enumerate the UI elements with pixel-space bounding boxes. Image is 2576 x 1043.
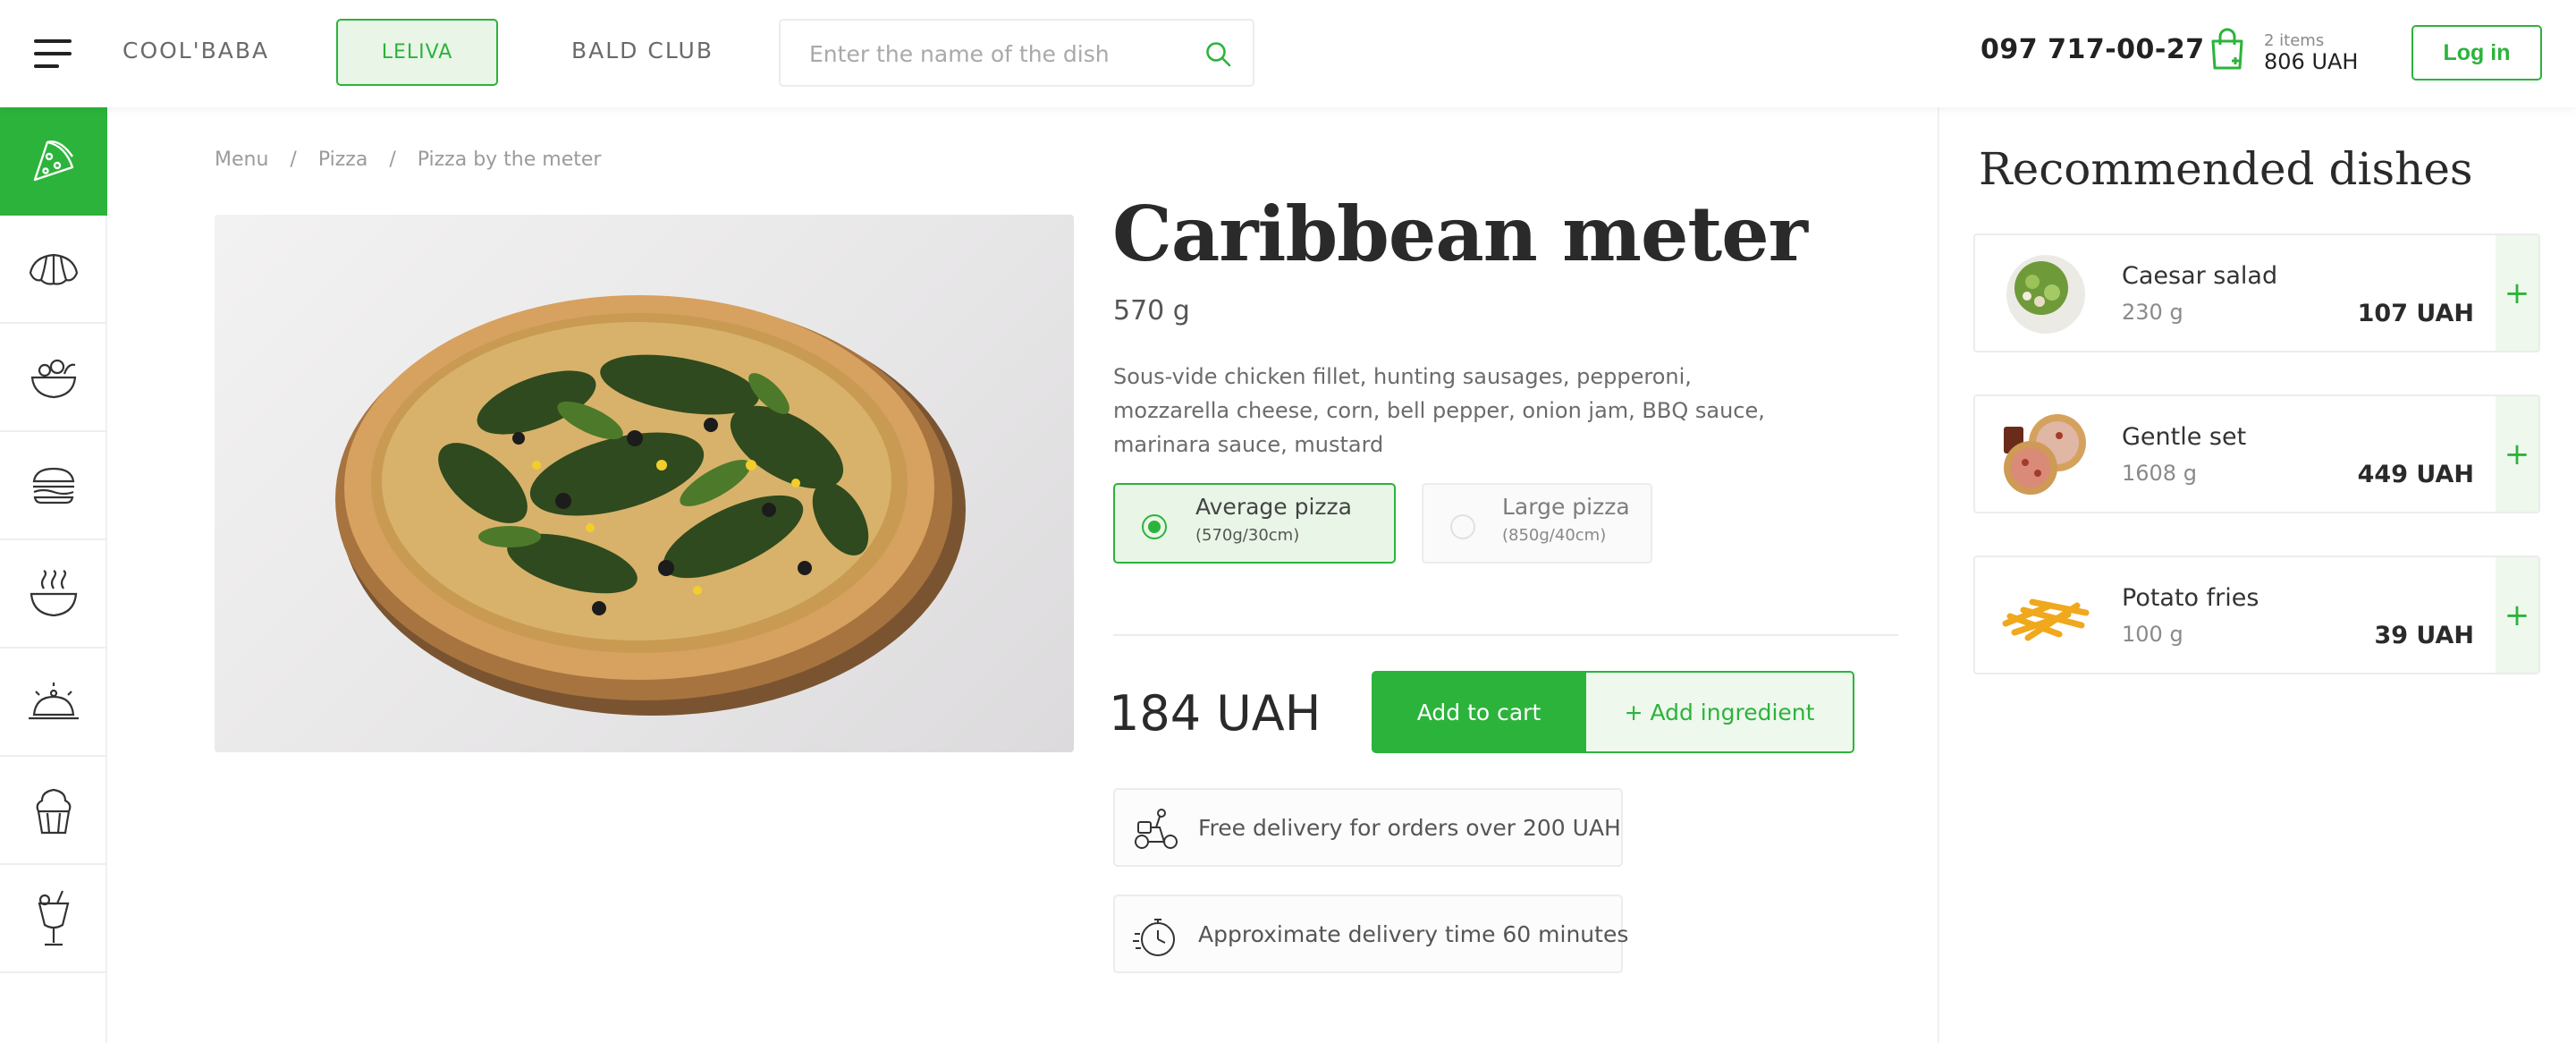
brand-tab-bald-club[interactable]: BALD CLUB	[571, 38, 714, 64]
free-delivery-notice: Free delivery for orders over 200 UAH	[1113, 788, 1623, 867]
dish-weight: 1608 g	[2122, 461, 2197, 486]
divider	[1113, 634, 1898, 636]
product-price: 184 UAH	[1109, 685, 1322, 742]
hot-dish-icon	[29, 682, 79, 719]
size-option-detail: (570g/30cm)	[1195, 526, 1300, 545]
cart-total: 806 UAH	[2264, 49, 2359, 74]
search-box	[779, 19, 1254, 87]
menu-icon[interactable]	[34, 39, 72, 68]
salad-icon	[30, 359, 77, 398]
recommended-title: Recommended dishes	[1979, 143, 2473, 195]
recommended-item[interactable]: Potato fries 100 g 39 UAH +	[1973, 555, 2540, 674]
size-option-detail: (850g/40cm)	[1502, 526, 1607, 545]
breadcrumb-pizza[interactable]: Pizza	[318, 148, 367, 171]
size-option-name: Average pizza	[1195, 494, 1352, 520]
dish-name: Potato fries	[2122, 584, 2259, 612]
add-ingredient-button[interactable]: + Add ingredient	[1586, 671, 1854, 753]
dish-price: 39 UAH	[2374, 622, 2474, 649]
category-hot-dishes[interactable]	[0, 649, 107, 757]
size-option-average[interactable]: Average pizza (570g/30cm)	[1113, 483, 1396, 564]
search-icon[interactable]	[1204, 40, 1233, 69]
product-title: Caribbean meter	[1112, 190, 1808, 278]
burger-icon	[32, 467, 75, 504]
delivery-time-text: Approximate delivery time 60 minutes	[1198, 921, 1629, 947]
category-sidebar	[0, 107, 107, 1043]
cupcake-icon	[36, 788, 72, 834]
search-input[interactable]	[809, 37, 1185, 71]
dish-thumbnail	[2004, 414, 2086, 495]
recommended-item[interactable]: Caesar salad 230 g 107 UAH +	[1973, 233, 2540, 352]
category-burgers[interactable]	[0, 432, 107, 540]
size-option-large[interactable]: Large pizza (850g/40cm)	[1422, 483, 1652, 564]
dish-name: Caesar salad	[2122, 262, 2278, 290]
add-dish-button[interactable]: +	[2496, 557, 2538, 673]
cocktail-icon	[38, 890, 70, 945]
product-image	[215, 215, 1074, 752]
brand-tab-leliva[interactable]: LELIVA	[336, 19, 498, 86]
pizza-icon	[33, 140, 74, 181]
breadcrumb-menu[interactable]: Menu	[215, 148, 268, 171]
product-description: Sous-vide chicken fillet, hunting sausag…	[1113, 364, 1765, 457]
dish-thumbnail	[2002, 598, 2090, 641]
category-drinks[interactable]	[0, 865, 107, 973]
add-to-cart-button[interactable]: Add to cart	[1372, 671, 1586, 753]
site-header: COOL'BABA LELIVA BALD CLUB 097 717-00-27…	[0, 0, 2576, 107]
dish-price: 107 UAH	[2357, 300, 2474, 327]
shopping-bag-icon[interactable]	[2208, 27, 2247, 72]
soup-icon	[30, 569, 78, 616]
category-soups[interactable]	[0, 540, 107, 649]
brand-tab-coolbaba[interactable]: COOL'BABA	[122, 38, 269, 64]
delivery-scooter-icon	[1135, 809, 1178, 849]
size-option-name: Large pizza	[1502, 494, 1630, 520]
breadcrumb-current: Pizza by the meter	[417, 148, 602, 171]
category-desserts[interactable]	[0, 757, 107, 865]
breadcrumb: Menu / Pizza / Pizza by the meter	[215, 148, 602, 171]
dish-weight: 100 g	[2122, 622, 2183, 647]
dish-name: Gentle set	[2122, 423, 2247, 451]
recommended-item[interactable]: Gentle set 1608 g 449 UAH +	[1973, 394, 2540, 513]
product-weight: 570 g	[1113, 295, 1190, 326]
croissant-icon	[29, 253, 79, 285]
panel-divider	[1938, 107, 1939, 1043]
category-salads[interactable]	[0, 324, 107, 432]
category-pizza[interactable]	[0, 107, 107, 216]
delivery-time-notice: Approximate delivery time 60 minutes	[1113, 895, 1628, 973]
dish-thumbnail	[2006, 255, 2085, 334]
stopwatch-icon	[1133, 919, 1175, 956]
add-dish-button[interactable]: +	[2496, 235, 2538, 351]
category-bakery[interactable]	[0, 216, 107, 324]
free-delivery-text: Free delivery for orders over 200 UAH	[1198, 815, 1621, 841]
cart-item-count: 2 items	[2264, 31, 2325, 50]
radio-unselected[interactable]	[1450, 514, 1475, 539]
dish-price: 449 UAH	[2357, 461, 2474, 488]
radio-selected[interactable]	[1142, 514, 1167, 539]
phone-number[interactable]: 097 717-00-27	[1981, 34, 2205, 65]
login-button[interactable]: Log in	[2411, 25, 2542, 81]
add-dish-button[interactable]: +	[2496, 396, 2538, 512]
dish-weight: 230 g	[2122, 300, 2183, 325]
